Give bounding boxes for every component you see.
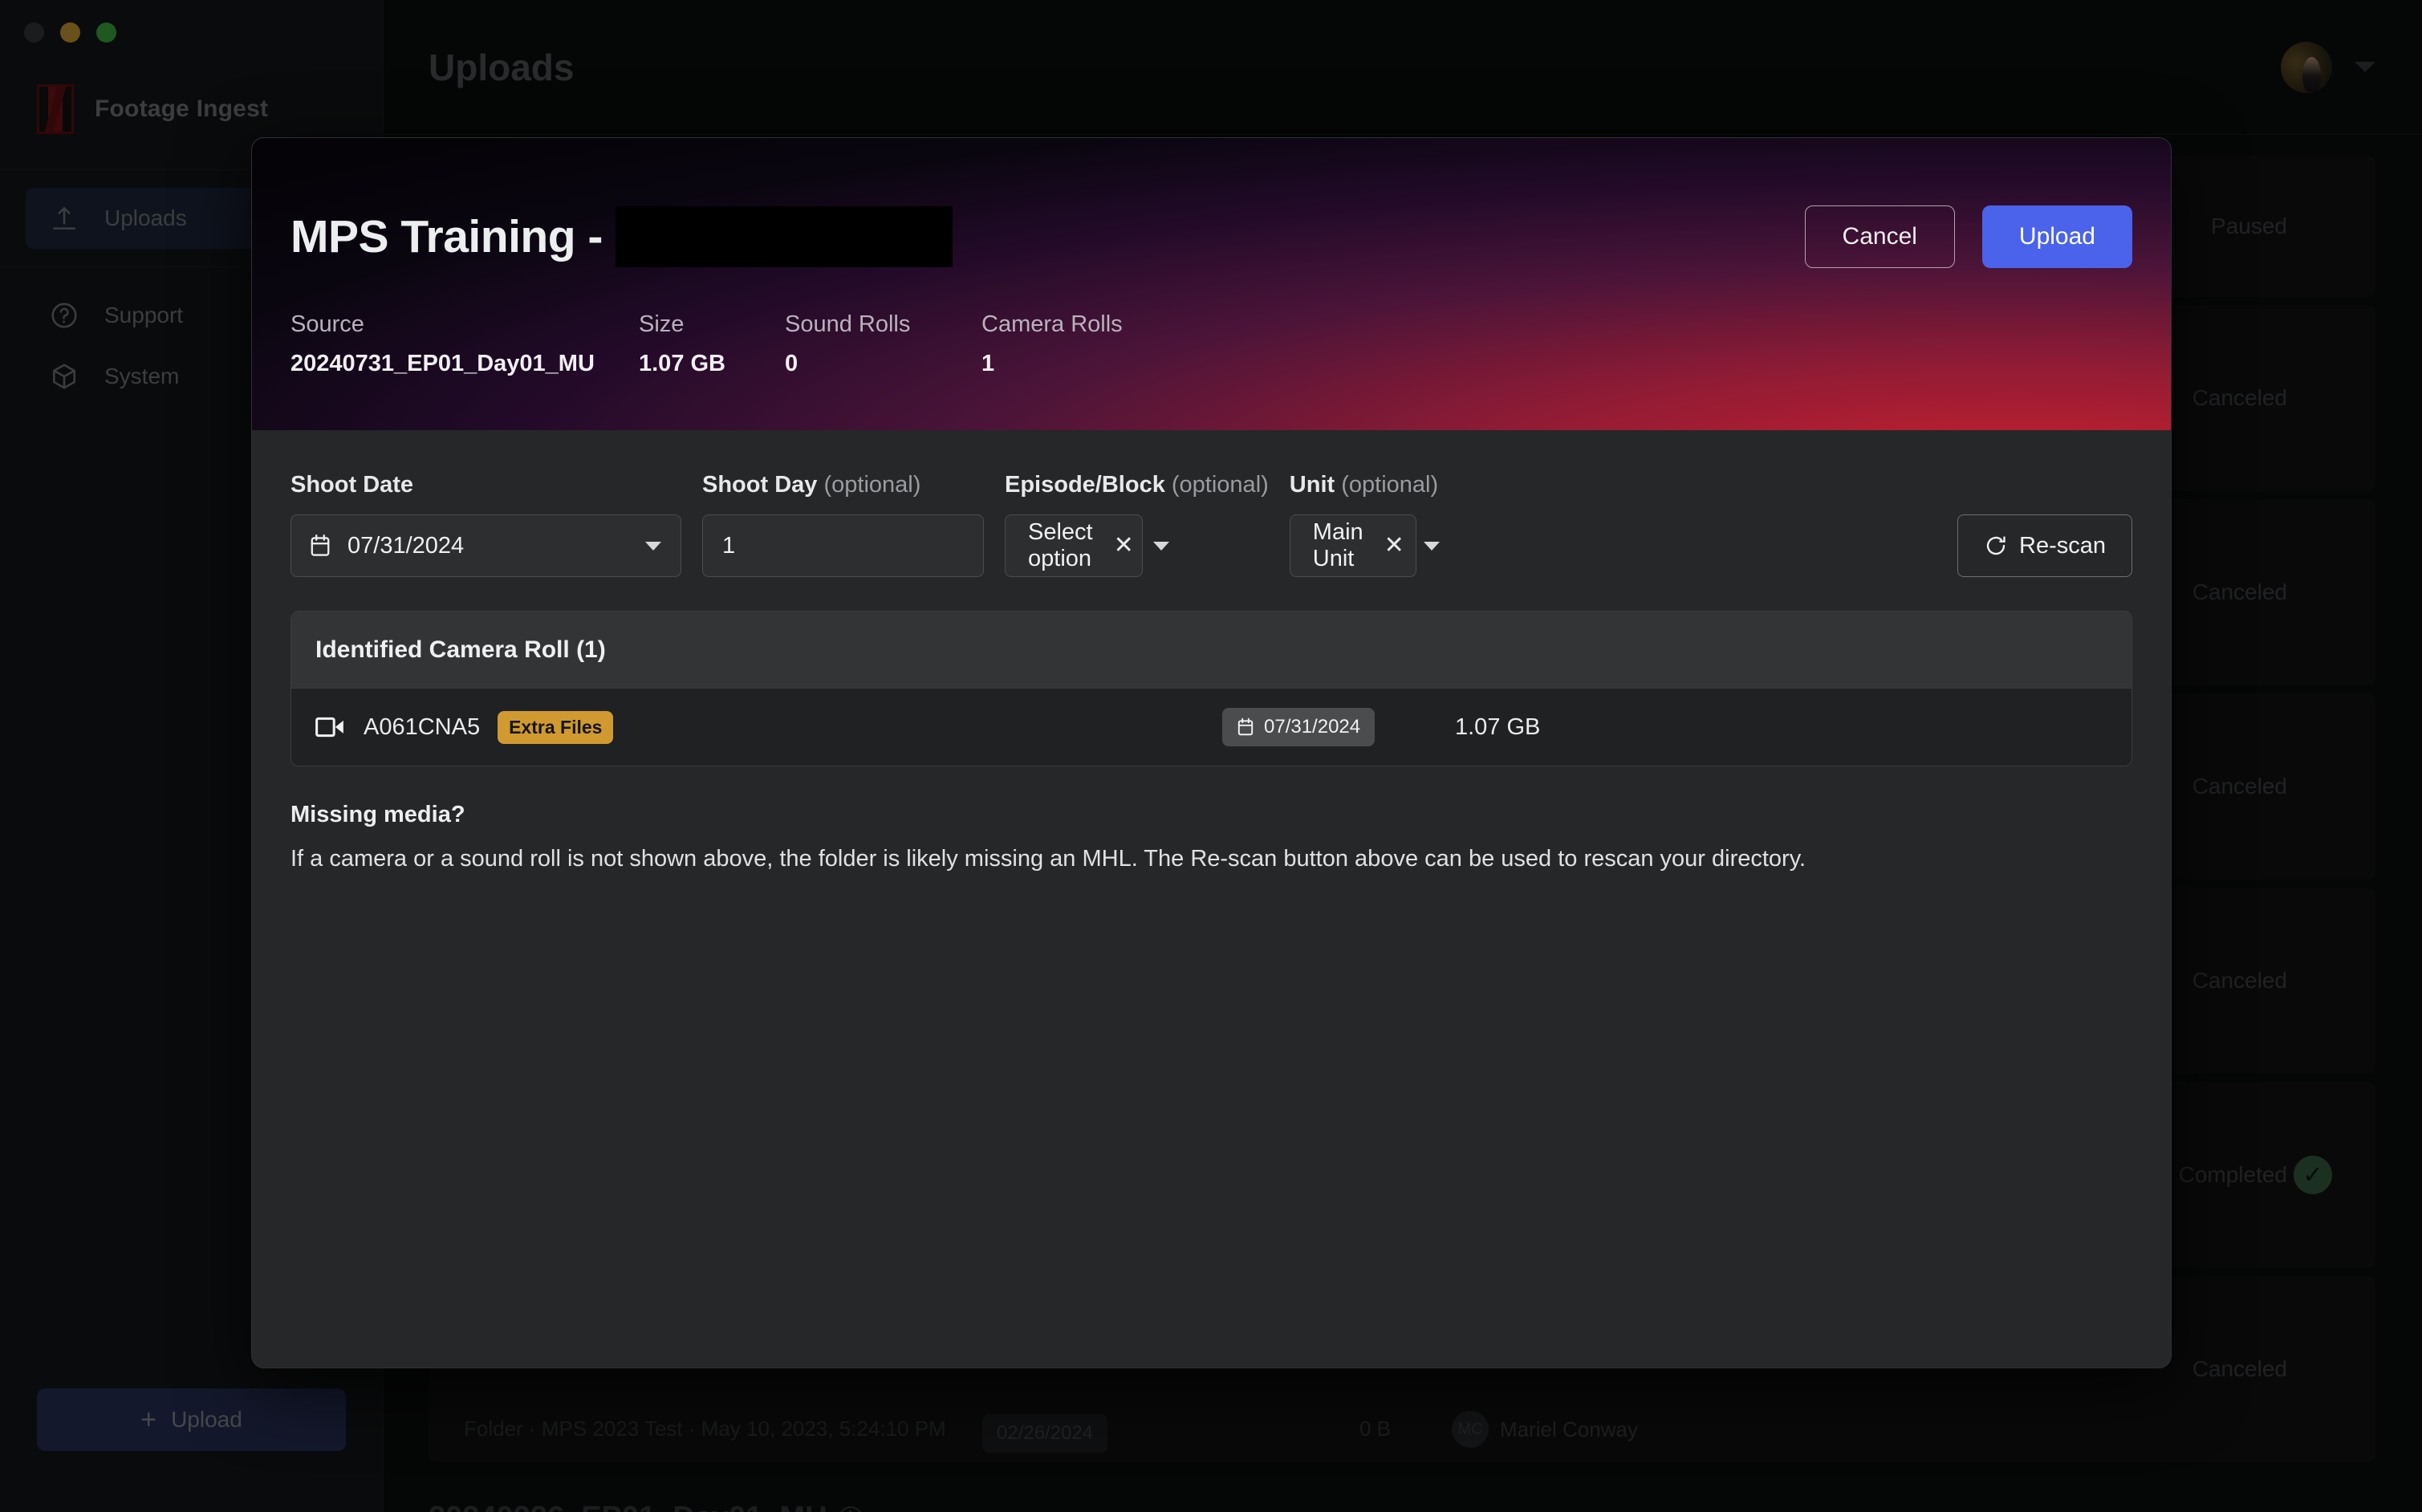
- missing-media-section: Missing media? If a camera or a sound ro…: [291, 802, 2132, 872]
- shoot-date-input[interactable]: 07/31/2024: [291, 514, 681, 577]
- modal-body: Shoot Date 07/31/2024 Shoot Day (optiona…: [252, 430, 2171, 872]
- roll-size: 1.07 GB: [1455, 713, 1541, 740]
- stat-value: 1: [981, 351, 995, 376]
- rescan-button[interactable]: Re-scan: [1957, 514, 2132, 577]
- clear-icon[interactable]: ✕: [1384, 534, 1404, 558]
- cancel-button[interactable]: Cancel: [1804, 205, 1955, 268]
- field-label: Unit (optional): [1290, 472, 1438, 498]
- stat-value: 0: [785, 351, 799, 376]
- roll-panel-header: Identified Camera Roll (1): [291, 612, 2131, 689]
- upload-details-modal: MPS Training - Cancel Upload Source 2024…: [251, 137, 2172, 1368]
- episode-block-value-wrap[interactable]: Select option ✕: [1006, 515, 1153, 576]
- stat-label: Size: [639, 311, 685, 337]
- app-window: Footage Ingest Uploads: [0, 0, 2422, 1512]
- roll-date-value: 07/31/2024: [1264, 716, 1361, 738]
- field-label-text: Unit: [1289, 472, 1335, 498]
- field-label: Episode/Block (optional): [1005, 472, 1269, 498]
- shoot-day-input[interactable]: 1: [702, 514, 984, 577]
- modal-title-group: MPS Training -: [291, 206, 953, 267]
- modal-title: MPS Training -: [291, 211, 603, 262]
- stat-label: Source: [291, 311, 364, 337]
- extra-files-badge: Extra Files: [498, 710, 614, 744]
- video-camera-icon: [315, 715, 346, 739]
- calendar-icon: [1237, 717, 1254, 737]
- unit-value: Main Unit: [1312, 519, 1363, 571]
- roll-name-cell: A061CNA5 Extra Files: [315, 710, 1222, 744]
- field-optional-tag: (optional): [1341, 472, 1439, 498]
- refresh-icon: [1984, 534, 2008, 558]
- metadata-form: Shoot Date 07/31/2024 Shoot Day (optiona…: [291, 472, 2132, 577]
- field-optional-tag: (optional): [1171, 472, 1269, 498]
- field-episode-block: Episode/Block (optional) Select option ✕: [1005, 472, 1269, 577]
- rescan-button-label: Re-scan: [2019, 532, 2106, 559]
- rescan-wrap: Re-scan: [1957, 514, 2132, 577]
- missing-media-body: If a camera or a sound roll is not shown…: [291, 846, 1806, 872]
- missing-media-heading: Missing media?: [291, 802, 465, 827]
- stat-sound-rolls: Sound Rolls 0: [785, 311, 981, 377]
- modal-actions: Cancel Upload: [1804, 205, 2132, 268]
- unit-select[interactable]: Main Unit ✕: [1289, 514, 1440, 577]
- roll-date-badge: 07/31/2024: [1222, 708, 1376, 746]
- calendar-icon: [309, 534, 331, 558]
- unit-value-wrap[interactable]: Main Unit ✕: [1290, 515, 1424, 576]
- table-row[interactable]: A061CNA5 Extra Files 07/31/2024 1.07 GB: [291, 689, 2131, 766]
- field-label-text: Episode/Block: [1005, 472, 1165, 498]
- chevron-down-icon[interactable]: [645, 541, 661, 551]
- field-label-text: Shoot Day: [702, 472, 818, 498]
- unit-dropdown-toggle[interactable]: [1423, 515, 1440, 576]
- shoot-date-value: 07/31/2024: [347, 532, 465, 559]
- field-label-text: Shoot Date: [291, 472, 414, 498]
- chevron-down-icon: [1152, 541, 1169, 551]
- field-shoot-date: Shoot Date 07/31/2024: [291, 472, 681, 577]
- shoot-day-value: 1: [722, 532, 736, 559]
- stat-source: Source 20240731_EP01_Day01_MU: [291, 311, 639, 377]
- clear-icon[interactable]: ✕: [1114, 534, 1134, 558]
- chevron-down-icon: [1423, 541, 1440, 551]
- field-label: Shoot Day (optional): [702, 472, 984, 498]
- redacted-title-block: [615, 206, 953, 267]
- upload-button[interactable]: Upload: [1981, 205, 2132, 268]
- roll-date-cell: 07/31/2024: [1222, 708, 1455, 746]
- modal-hero: MPS Training - Cancel Upload Source 2024…: [252, 138, 2171, 430]
- episode-block-value: Select option: [1028, 519, 1093, 571]
- modal-title-row: MPS Training - Cancel Upload: [291, 205, 2132, 268]
- episode-block-dropdown-toggle[interactable]: [1152, 515, 1169, 576]
- identified-camera-roll-panel: Identified Camera Roll (1) A061CNA5 Extr…: [291, 611, 2132, 766]
- stat-camera-rolls: Camera Rolls 1: [981, 311, 1190, 377]
- field-unit: Unit (optional) Main Unit ✕: [1289, 472, 1440, 577]
- roll-name: A061CNA5: [364, 713, 481, 740]
- episode-block-select[interactable]: Select option ✕: [1005, 514, 1169, 577]
- stat-value: 20240731_EP01_Day01_MU: [291, 351, 595, 376]
- stat-label: Sound Rolls: [785, 311, 911, 337]
- stat-label: Camera Rolls: [981, 311, 1123, 337]
- field-label: Shoot Date: [291, 472, 681, 498]
- modal-stats: Source 20240731_EP01_Day01_MU Size 1.07 …: [291, 311, 1190, 377]
- stat-size: Size 1.07 GB: [639, 311, 785, 377]
- stat-value: 1.07 GB: [639, 351, 725, 376]
- field-shoot-day: Shoot Day (optional) 1: [702, 472, 984, 577]
- field-optional-tag: (optional): [823, 472, 921, 498]
